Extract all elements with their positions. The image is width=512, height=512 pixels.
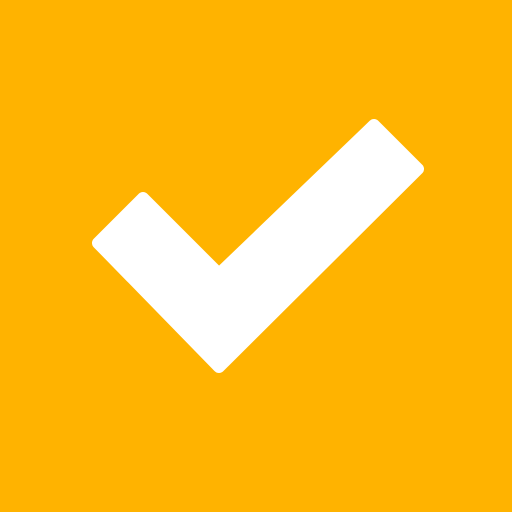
checkmark-tile-graphic	[0, 0, 512, 512]
checkmark-tile	[0, 0, 512, 512]
